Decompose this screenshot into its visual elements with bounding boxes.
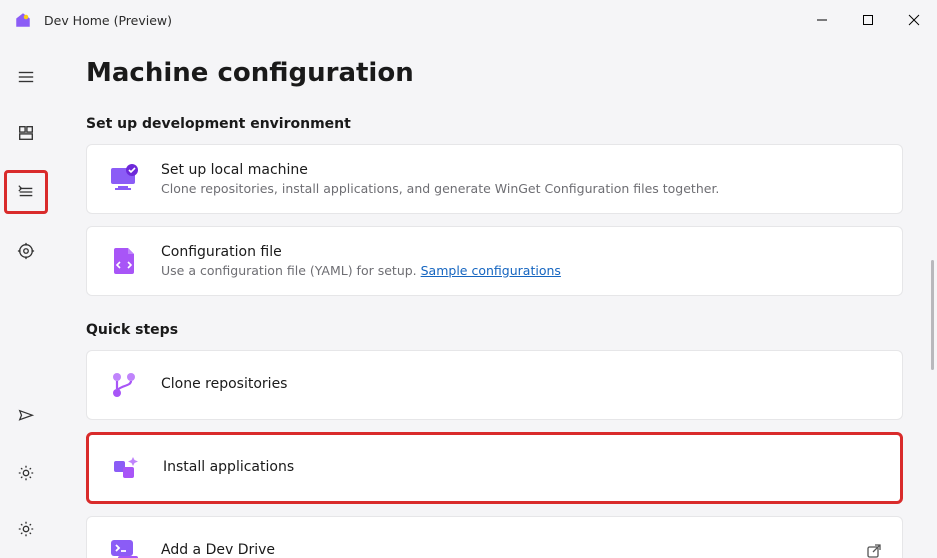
- terminal-drive-icon: [107, 534, 141, 558]
- sidebar-item-settings[interactable]: [7, 454, 45, 492]
- minimize-button[interactable]: [799, 0, 845, 40]
- scrollbar-thumb[interactable]: [931, 260, 934, 370]
- card-setup-local-machine[interactable]: Set up local machine Clone repositories,…: [86, 144, 903, 214]
- card-clone-repositories[interactable]: Clone repositories: [86, 350, 903, 420]
- sidebar-item-extensions[interactable]: [7, 232, 45, 270]
- app-logo-icon: [14, 11, 32, 29]
- card-install-applications[interactable]: Install applications: [86, 432, 903, 504]
- section-label-quick-steps: Quick steps: [86, 322, 903, 338]
- page-title: Machine configuration: [86, 58, 903, 88]
- apps-sparkle-icon: [109, 451, 143, 485]
- main-content: Machine configuration Set up development…: [52, 40, 937, 558]
- window-controls: [799, 0, 937, 40]
- open-external-icon: [866, 543, 882, 558]
- card-title: Add a Dev Drive: [161, 542, 846, 558]
- sidebar: [0, 40, 52, 558]
- card-title: Clone repositories: [161, 376, 882, 392]
- section-label-environment: Set up development environment: [86, 116, 903, 132]
- monitor-check-icon: [107, 162, 141, 196]
- card-description: Use a configuration file (YAML) for setu…: [161, 263, 882, 278]
- maximize-button[interactable]: [845, 0, 891, 40]
- card-configuration-file[interactable]: Configuration file Use a configuration f…: [86, 226, 903, 296]
- card-title: Configuration file: [161, 244, 882, 260]
- titlebar: Dev Home (Preview): [0, 0, 937, 40]
- sidebar-item-machine-configuration[interactable]: [4, 170, 48, 214]
- card-title: Set up local machine: [161, 162, 882, 178]
- card-description: Clone repositories, install applications…: [161, 181, 882, 196]
- close-button[interactable]: [891, 0, 937, 40]
- window-title: Dev Home (Preview): [44, 13, 172, 28]
- git-branch-icon: [107, 368, 141, 402]
- sidebar-item-feedback[interactable]: [7, 398, 45, 436]
- sidebar-item-dashboard[interactable]: [7, 114, 45, 152]
- hamburger-menu-button[interactable]: [7, 58, 45, 96]
- sidebar-item-preferences[interactable]: [7, 510, 45, 548]
- file-code-icon: [107, 244, 141, 278]
- sample-configurations-link[interactable]: Sample configurations: [421, 263, 561, 278]
- card-add-dev-drive[interactable]: Add a Dev Drive: [86, 516, 903, 558]
- card-title: Install applications: [163, 459, 880, 475]
